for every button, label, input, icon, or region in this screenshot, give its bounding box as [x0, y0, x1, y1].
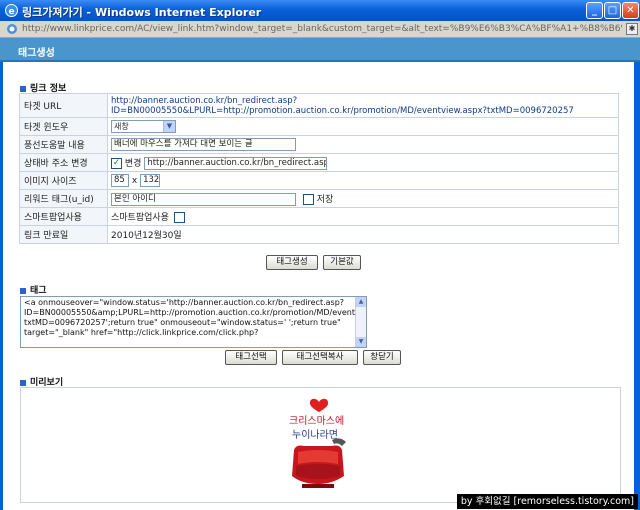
page-header: 태그생성: [0, 38, 640, 62]
chevron-down-icon[interactable]: ▼: [163, 121, 175, 132]
reward-tag-label: 리워드 태그(u_id): [19, 189, 108, 208]
banner-ad-image[interactable]: 크리스마스에 누이나라면: [274, 392, 364, 492]
status-change-checkbox[interactable]: ✓: [111, 157, 122, 169]
status-bar-input[interactable]: http://banner.auction.co.kr/bn_redirect.…: [144, 156, 328, 170]
target-url-link[interactable]: http://banner.auction.co.kr/bn_redirect.…: [111, 96, 618, 116]
target-window-label: 타겟 윈도우: [19, 117, 108, 136]
tag-heading: 태그: [20, 283, 47, 296]
image-height-input[interactable]: 132: [140, 174, 161, 187]
minimize-button[interactable]: _: [586, 2, 603, 19]
bullet-icon: [20, 379, 26, 386]
tag-code-textarea[interactable]: <a onmouseover="window.status='http://ba…: [20, 296, 367, 348]
bullet-icon: [20, 85, 26, 92]
heart-icon: [309, 398, 329, 412]
target-url-label: 타겟 URL: [19, 93, 108, 118]
scroll-up-icon[interactable]: ▲: [356, 297, 366, 307]
banner-text-1: 크리스마스에: [289, 415, 344, 427]
table-row: 상태바 주소 변경 ✓ 변경 http://banner.auction.co.…: [19, 153, 619, 172]
status-change-label: 변경: [124, 158, 142, 169]
reward-tag-input[interactable]: 본인 아이디: [111, 192, 296, 206]
size-separator: x: [131, 176, 138, 186]
smart-popup-label: 스마트팝업사용: [19, 207, 108, 226]
close-window-button[interactable]: ✕: [622, 2, 639, 19]
window-frame-left: [0, 38, 3, 510]
close-popup-button[interactable]: 창닫기: [363, 350, 401, 365]
table-row: 타겟 윈도우 새창 ▼: [19, 117, 619, 136]
maximize-button[interactable]: □: [604, 2, 621, 19]
ie-icon: e: [5, 4, 18, 17]
textarea-scrollbar[interactable]: ▲ ▼: [355, 297, 366, 347]
scroll-down-icon[interactable]: ▼: [356, 337, 366, 347]
expire-date-label: 링크 만료일: [19, 225, 108, 244]
target-window-value: 새창: [114, 122, 129, 131]
reward-save-label: 저장: [316, 194, 334, 205]
image-width-input[interactable]: 85: [111, 174, 129, 187]
create-tag-button[interactable]: 태그생성: [266, 255, 318, 270]
table-row: 타겟 URL http://banner.auction.co.kr/bn_re…: [19, 93, 619, 118]
tag-title: 태그: [30, 286, 47, 296]
security-icon[interactable]: ✱: [626, 23, 638, 35]
banner-graphic: 크리스마스에 누이나라면: [289, 398, 346, 488]
window-title: 링크가져가기 - Windows Internet Explorer: [22, 6, 262, 19]
page-title: 태그생성: [18, 48, 55, 59]
table-row: 풍선도움말 내용 배너에 마우스를 가져다 대면 보이는 글: [19, 135, 619, 154]
default-button[interactable]: 기본값: [323, 255, 361, 270]
table-row: 이미지 사이즈 85 x 132: [19, 171, 619, 190]
smart-popup-checkbox[interactable]: [173, 212, 185, 223]
page-icon: [7, 24, 17, 34]
status-bar-label: 상태바 주소 변경: [19, 153, 108, 172]
address-bar[interactable]: http://www.linkprice.com/AC/view_link.ht…: [0, 21, 640, 38]
reward-save-checkbox[interactable]: [302, 193, 314, 205]
window-frame-right: [634, 38, 640, 510]
table-row: 스마트팝업사용 스마트팝업사용: [19, 207, 619, 226]
banner-text-2: 누이나라면: [292, 429, 338, 441]
tooltip-label: 풍선도움말 내용: [19, 135, 108, 154]
address-url[interactable]: http://www.linkprice.com/AC/view_link.ht…: [22, 24, 622, 34]
tag-code-text: <a onmouseover="window.status='http://ba…: [24, 298, 367, 337]
smart-popup-value-label: 스마트팝업사용: [111, 213, 169, 223]
target-window-select[interactable]: 새창 ▼: [111, 120, 176, 133]
table-row: 리워드 태그(u_id) 본인 아이디 저장: [19, 189, 619, 208]
image-size-label: 이미지 사이즈: [19, 171, 108, 190]
table-row: 링크 만료일 2010년12월30일: [19, 225, 619, 244]
window-titlebar: e 링크가져가기 - Windows Internet Explorer _ □…: [0, 0, 640, 21]
link-info-table: 타겟 URL http://banner.auction.co.kr/bn_re…: [19, 93, 619, 244]
credit-watermark: by 후회없길 [remorseless.tistory.com]: [456, 494, 638, 509]
tooltip-input[interactable]: 배너에 마우스를 가져다 대면 보이는 글: [111, 138, 296, 151]
red-chair-icon: [292, 438, 346, 488]
bullet-icon: [20, 287, 26, 294]
select-tag-button[interactable]: 태그선택: [225, 350, 277, 365]
svg-text:e: e: [9, 7, 15, 17]
copy-tag-button[interactable]: 태그선택복사: [282, 350, 358, 365]
expire-date-value: 2010년12월30일: [107, 225, 619, 244]
